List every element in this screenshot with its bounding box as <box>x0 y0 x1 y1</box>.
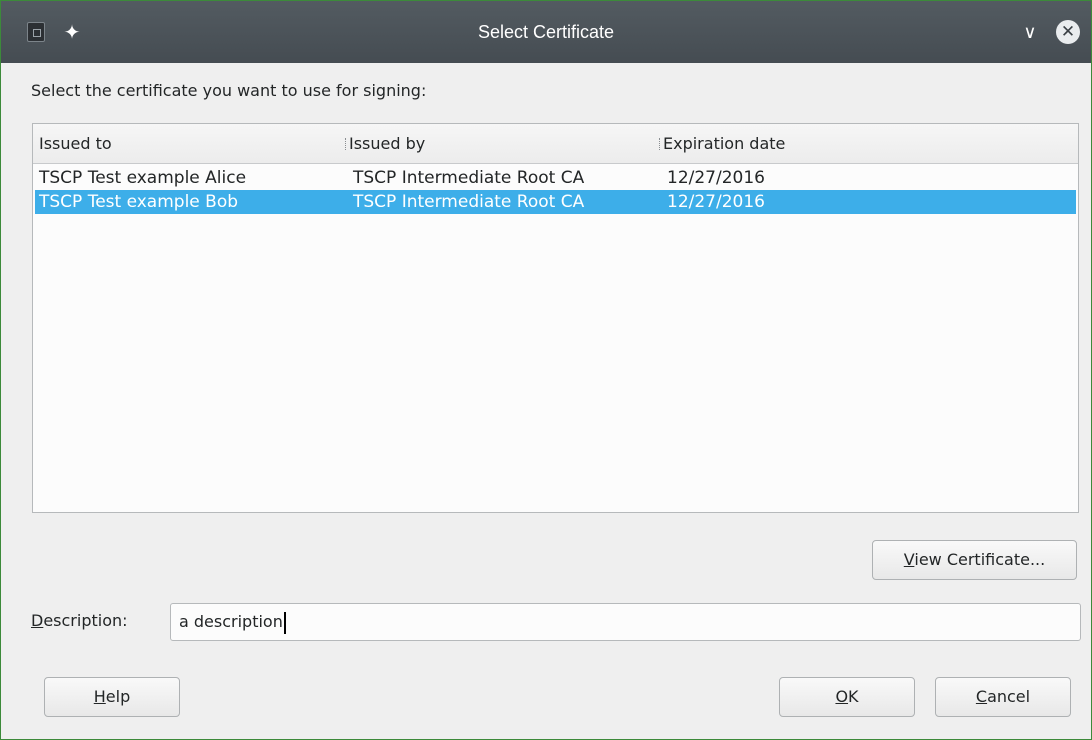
view-certificate-button[interactable]: View Certificate... <box>872 540 1077 580</box>
cell-issued-by: TSCP Intermediate Root CA <box>353 168 585 188</box>
column-resize-handle[interactable] <box>345 138 348 150</box>
cell-issued-by: TSCP Intermediate Root CA <box>353 192 585 212</box>
cell-expiration-date: 12/27/2016 <box>667 168 765 188</box>
label-text: escription: <box>43 611 128 630</box>
mnemonic: D <box>31 611 44 630</box>
certificate-rows: TSCP Test example Alice TSCP Intermediat… <box>35 166 1076 214</box>
list-header: Issued to Issued by Expiration date <box>33 124 1078 164</box>
cell-issued-to: TSCP Test example Bob <box>39 192 239 212</box>
help-button[interactable]: Help <box>44 677 180 717</box>
window-title: Select Certificate <box>477 22 615 42</box>
close-icon: ✕ <box>1056 20 1080 44</box>
mnemonic: V <box>903 550 915 569</box>
mnemonic: O <box>835 687 849 706</box>
button-label: iew Certificate... <box>914 550 1046 569</box>
description-value: a description <box>179 612 283 631</box>
column-header-issued-to[interactable]: Issued to <box>39 124 112 163</box>
column-resize-handle[interactable] <box>659 138 662 150</box>
button-label: ancel <box>987 687 1031 706</box>
column-header-expiration-date[interactable]: Expiration date <box>663 124 785 163</box>
mnemonic: C <box>975 687 988 706</box>
certificate-row-alice[interactable]: TSCP Test example Alice TSCP Intermediat… <box>35 166 1076 190</box>
certificate-list[interactable]: Issued to Issued by Expiration date TSCP… <box>32 123 1079 513</box>
certificate-row-bob[interactable]: TSCP Test example Bob TSCP Intermediate … <box>35 190 1076 214</box>
description-input[interactable]: a description <box>170 603 1081 641</box>
column-header-issued-by[interactable]: Issued by <box>349 124 425 163</box>
chevron-down-icon[interactable]: ∨ <box>1017 1 1043 63</box>
mnemonic: H <box>93 687 106 706</box>
cell-issued-to: TSCP Test example Alice <box>39 168 247 188</box>
title-bar[interactable]: ✦ Select Certificate ∨ ✕ <box>1 1 1091 63</box>
text-caret <box>283 611 286 634</box>
close-button[interactable]: ✕ <box>1053 1 1083 63</box>
button-label: K <box>848 687 859 706</box>
instruction-label: Select the certificate you want to use f… <box>31 81 427 100</box>
ok-button[interactable]: OK <box>779 677 915 717</box>
button-label: elp <box>105 687 131 706</box>
cell-expiration-date: 12/27/2016 <box>667 192 765 212</box>
cancel-button[interactable]: Cancel <box>935 677 1071 717</box>
select-certificate-dialog: ✦ Select Certificate ∨ ✕ Select the cert… <box>0 0 1092 740</box>
description-label: Description: <box>31 611 128 630</box>
